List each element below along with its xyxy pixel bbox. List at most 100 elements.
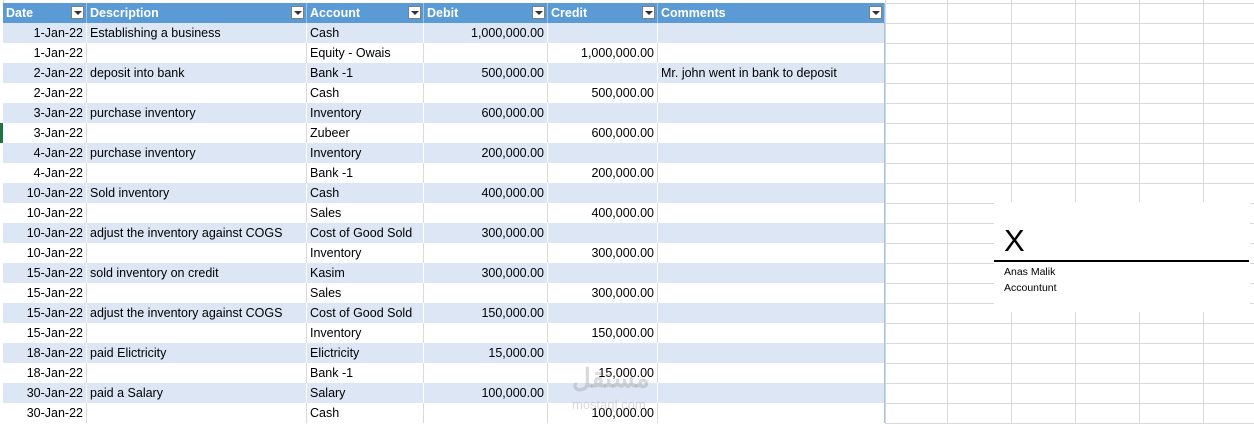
filter-dropdown-icon[interactable] (532, 6, 545, 19)
cell-debit[interactable] (424, 43, 548, 63)
cell-comments[interactable] (658, 83, 885, 103)
cell-credit[interactable] (548, 303, 658, 323)
cell-description[interactable]: purchase inventory (87, 143, 307, 163)
cell-account[interactable]: Inventory (307, 243, 424, 263)
filter-dropdown-icon[interactable] (291, 6, 304, 19)
cell-description[interactable] (87, 323, 307, 343)
cell-date[interactable]: 2-Jan-22 (3, 83, 87, 103)
cell-comments[interactable] (658, 163, 885, 183)
cell-account[interactable]: Bank -1 (307, 163, 424, 183)
cell-credit[interactable] (548, 63, 658, 83)
cell-comments[interactable] (658, 243, 885, 263)
filter-dropdown-icon[interactable] (642, 6, 655, 19)
cell-date[interactable]: 15-Jan-22 (3, 283, 87, 303)
cell-account[interactable]: Cash (307, 403, 424, 423)
cell-description[interactable]: adjust the inventory against COGS (87, 303, 307, 323)
header-account[interactable]: Account (307, 3, 424, 23)
cell-debit[interactable]: 300,000.00 (424, 263, 548, 283)
cell-description[interactable] (87, 283, 307, 303)
header-debit[interactable]: Debit (424, 3, 548, 23)
cell-description[interactable] (87, 363, 307, 383)
cell-account[interactable]: Equity - Owais (307, 43, 424, 63)
cell-description[interactable]: Establishing a business (87, 23, 307, 43)
cell-date[interactable]: 15-Jan-22 (3, 263, 87, 283)
cell-debit[interactable] (424, 283, 548, 303)
cell-date[interactable]: 10-Jan-22 (3, 203, 87, 223)
cell-account[interactable]: Sales (307, 283, 424, 303)
cell-date[interactable]: 30-Jan-22 (3, 403, 87, 423)
cell-date[interactable]: 10-Jan-22 (3, 223, 87, 243)
cell-credit[interactable]: 300,000.00 (548, 243, 658, 263)
header-description[interactable]: Description (87, 3, 307, 23)
cell-account[interactable]: Cost of Good Sold (307, 223, 424, 243)
filter-dropdown-icon[interactable] (408, 6, 421, 19)
cell-debit[interactable] (424, 363, 548, 383)
cell-description[interactable]: Sold inventory (87, 183, 307, 203)
cell-comments[interactable] (658, 343, 885, 363)
cell-date[interactable]: 4-Jan-22 (3, 143, 87, 163)
cell-credit[interactable] (548, 143, 658, 163)
cell-debit[interactable]: 400,000.00 (424, 183, 548, 203)
cell-date[interactable]: 1-Jan-22 (3, 23, 87, 43)
cell-date[interactable]: 3-Jan-22 (3, 103, 87, 123)
header-comments[interactable]: Comments (658, 3, 885, 23)
cell-date[interactable]: 10-Jan-22 (3, 243, 87, 263)
cell-date[interactable]: 18-Jan-22 (3, 363, 87, 383)
cell-account[interactable]: Sales (307, 203, 424, 223)
cell-credit[interactable]: 600,000.00 (548, 123, 658, 143)
cell-date[interactable]: 2-Jan-22 (3, 63, 87, 83)
cell-debit[interactable]: 15,000.00 (424, 343, 548, 363)
cell-credit[interactable]: 200,000.00 (548, 163, 658, 183)
cell-date[interactable]: 15-Jan-22 (3, 303, 87, 323)
cell-debit[interactable]: 500,000.00 (424, 63, 548, 83)
cell-description[interactable]: paid a Salary (87, 383, 307, 403)
cell-debit[interactable]: 150,000.00 (424, 303, 548, 323)
cell-account[interactable]: Kasim (307, 263, 424, 283)
cell-account[interactable]: Cash (307, 23, 424, 43)
cell-credit[interactable] (548, 343, 658, 363)
cell-debit[interactable] (424, 83, 548, 103)
cell-comments[interactable] (658, 323, 885, 343)
cell-credit[interactable] (548, 263, 658, 283)
cell-comments[interactable] (658, 283, 885, 303)
cell-description[interactable]: adjust the inventory against COGS (87, 223, 307, 243)
cell-comments[interactable] (658, 223, 885, 243)
cell-date[interactable]: 30-Jan-22 (3, 383, 87, 403)
cell-debit[interactable] (424, 203, 548, 223)
cell-date[interactable]: 10-Jan-22 (3, 183, 87, 203)
cell-account[interactable]: Cost of Good Sold (307, 303, 424, 323)
cell-credit[interactable]: 500,000.00 (548, 83, 658, 103)
cell-date[interactable]: 4-Jan-22 (3, 163, 87, 183)
cell-account[interactable]: Zubeer (307, 123, 424, 143)
cell-account[interactable]: Inventory (307, 323, 424, 343)
cell-description[interactable] (87, 203, 307, 223)
cell-debit[interactable]: 200,000.00 (424, 143, 548, 163)
cell-account[interactable]: Inventory (307, 143, 424, 163)
cell-account[interactable]: Cash (307, 83, 424, 103)
cell-debit[interactable]: 600,000.00 (424, 103, 548, 123)
cell-date[interactable]: 18-Jan-22 (3, 343, 87, 363)
cell-comments[interactable] (658, 143, 885, 163)
cell-debit[interactable] (424, 123, 548, 143)
cell-comments[interactable] (658, 23, 885, 43)
cell-description[interactable]: purchase inventory (87, 103, 307, 123)
cell-description[interactable] (87, 163, 307, 183)
cell-account[interactable]: Elictricity (307, 343, 424, 363)
cell-account[interactable]: Bank -1 (307, 363, 424, 383)
cell-comments[interactable]: Mr. john went in bank to deposit (658, 63, 885, 83)
cell-date[interactable]: 1-Jan-22 (3, 43, 87, 63)
cell-credit[interactable]: 1,000,000.00 (548, 43, 658, 63)
cell-credit[interactable]: 400,000.00 (548, 203, 658, 223)
cell-comments[interactable] (658, 183, 885, 203)
cell-account[interactable]: Bank -1 (307, 63, 424, 83)
cell-comments[interactable] (658, 403, 885, 423)
cell-description[interactable] (87, 123, 307, 143)
cell-description[interactable] (87, 243, 307, 263)
cell-description[interactable]: sold inventory on credit (87, 263, 307, 283)
cell-description[interactable] (87, 403, 307, 423)
cell-debit[interactable]: 1,000,000.00 (424, 23, 548, 43)
cell-credit[interactable] (548, 183, 658, 203)
header-date[interactable]: Date (3, 3, 87, 23)
cell-comments[interactable] (658, 383, 885, 403)
cell-debit[interactable]: 300,000.00 (424, 223, 548, 243)
